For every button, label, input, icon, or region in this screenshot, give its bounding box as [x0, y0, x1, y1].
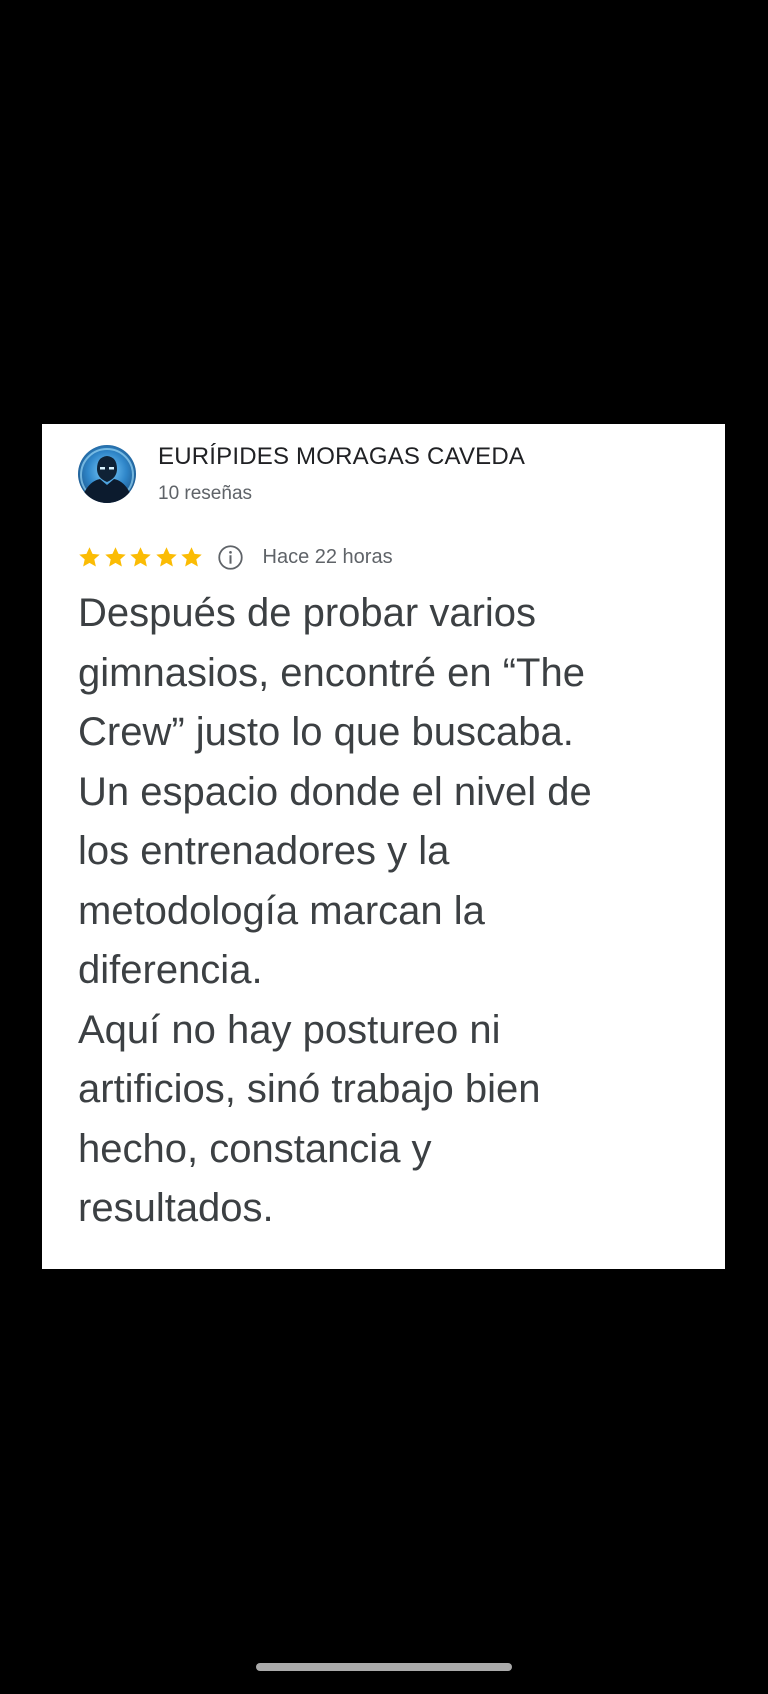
review-count: 10 reseñas	[158, 483, 253, 504]
author-name[interactable]: EURÍPIDES MORAGAS CAVEDA	[158, 443, 525, 471]
star-rating	[77, 545, 205, 570]
review-text-line: Después de probar varios	[78, 591, 537, 635]
review-text: Después de probar varios gimnasios, enco…	[78, 584, 688, 1239]
rating-row: Hace 22 horas	[77, 542, 393, 572]
review-text-line: resultados.	[78, 1186, 274, 1230]
review-card: EURÍPIDES MORAGAS CAVEDA 10 reseñas Hace…	[42, 424, 725, 1269]
avatar-image	[80, 448, 134, 503]
review-text-line: metodología marcan la	[78, 888, 485, 933]
star-icon	[155, 546, 177, 566]
star-icon	[181, 546, 202, 566]
star-icon	[130, 546, 151, 566]
star-icon	[79, 546, 100, 566]
review-text-line: los entrenadores y la	[78, 829, 450, 873]
review-text-line: hecho, constancia y	[78, 1126, 432, 1171]
review-text-line: diferencia.	[78, 948, 263, 992]
review-text-line: Un espacio donde el nivel de	[78, 769, 592, 814]
review-text-line: Crew” justo lo que buscaba.	[78, 710, 574, 754]
home-indicator[interactable]	[256, 1663, 512, 1671]
info-icon[interactable]	[217, 544, 244, 571]
review-text-line: Aquí no hay postureo ni	[78, 1007, 501, 1052]
review-text-line: gimnasios, encontré en “The	[78, 650, 585, 695]
review-text-line: artificios, sinó trabajo bien	[78, 1067, 541, 1111]
star-icon	[104, 546, 126, 566]
review-time: Hace 22 horas	[262, 545, 393, 568]
author-avatar[interactable]	[78, 445, 136, 503]
